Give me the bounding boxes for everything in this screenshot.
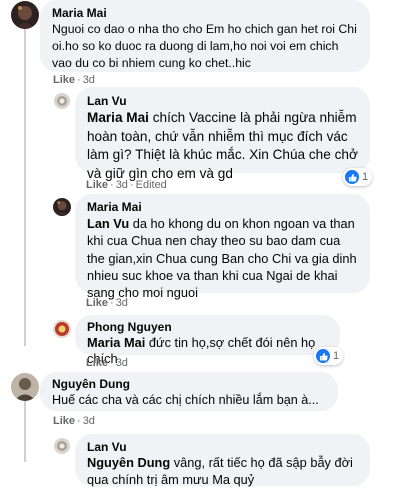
reaction-count[interactable]: 1 xyxy=(343,168,373,186)
comment-text: Maria Mai chích Vaccine là phải ngừa nhi… xyxy=(87,109,358,183)
comment-bubble: Lan Vu Maria Mai chích Vaccine là phải n… xyxy=(75,87,370,181)
avatar[interactable] xyxy=(11,373,39,401)
thread-line xyxy=(24,26,26,346)
comment-bubble: Phong Nguyen Maria Mai đức tin họ,sợ chế… xyxy=(75,315,340,366)
comment-text: Nguoi co dao o nha tho cho Em ho chich g… xyxy=(52,22,357,70)
timestamp[interactable]: 3d xyxy=(83,74,95,86)
timestamp[interactable]: 3d xyxy=(116,179,128,191)
avatar[interactable] xyxy=(54,438,70,454)
comment-author[interactable]: Lan Vu xyxy=(87,93,358,109)
comment-author[interactable]: Nguyên Dung xyxy=(52,376,326,392)
comment-author[interactable]: Maria Mai xyxy=(87,199,358,215)
avatar[interactable] xyxy=(53,320,71,338)
comment-bubble: Lan Vu Nguyên Dung vâng, rất tiếc họ đã … xyxy=(75,434,370,488)
mention-link[interactable]: Maria Mai xyxy=(87,110,149,125)
avatar[interactable] xyxy=(11,1,39,29)
comment-meta: Like · 3d · Edited xyxy=(86,179,167,191)
timestamp[interactable]: 3d xyxy=(116,357,128,369)
comment-meta: Like · 3d xyxy=(86,297,128,309)
mention-link[interactable]: Nguyên Dung xyxy=(87,455,170,470)
timestamp[interactable]: 3d xyxy=(116,297,128,309)
comment-bubble: Maria Mai Lan Vu da ho khong du on khon … xyxy=(75,194,370,300)
mention-link[interactable]: Maria Mai xyxy=(87,335,145,350)
like-button[interactable]: Like xyxy=(53,415,75,427)
mention-link[interactable]: Lan Vu xyxy=(87,216,129,231)
comment-author[interactable]: Maria Mai xyxy=(52,5,358,21)
comment-author[interactable]: Phong Nguyen xyxy=(87,319,328,335)
comment-author[interactable]: Lan Vu xyxy=(87,439,358,455)
thumbs-up-icon xyxy=(316,349,330,363)
comment-bubble: Maria Mai Nguoi co dao o nha tho cho Em … xyxy=(40,0,370,72)
comment-text: Huế các cha và các chị chích nhiều lắm b… xyxy=(52,393,319,407)
reaction-count[interactable]: 1 xyxy=(314,347,344,365)
reaction-number: 1 xyxy=(333,350,340,362)
comment-meta: Like · 3d xyxy=(86,357,128,369)
like-button[interactable]: Like xyxy=(86,297,108,309)
edited-label: Edited xyxy=(135,179,167,191)
comment-text: Nguyên Dung vâng, rất tiếc họ đã sập bẫy… xyxy=(87,455,358,488)
comment-bubble: Nguyên Dung Huế các cha và các chị chích… xyxy=(40,372,338,411)
like-button[interactable]: Like xyxy=(86,357,108,369)
comment-meta: Like · 3d xyxy=(53,415,95,427)
like-button[interactable]: Like xyxy=(53,74,75,86)
like-button[interactable]: Like xyxy=(86,179,108,191)
reaction-number: 1 xyxy=(362,171,369,183)
thread-line xyxy=(24,392,26,462)
thumbs-up-icon xyxy=(345,170,359,184)
comment-text: Lan Vu da ho khong du on khon ngoan va t… xyxy=(87,215,358,301)
avatar[interactable] xyxy=(53,198,71,216)
avatar[interactable] xyxy=(54,93,70,109)
comment-meta: Like · 3d xyxy=(53,74,95,86)
timestamp[interactable]: 3d xyxy=(83,415,95,427)
